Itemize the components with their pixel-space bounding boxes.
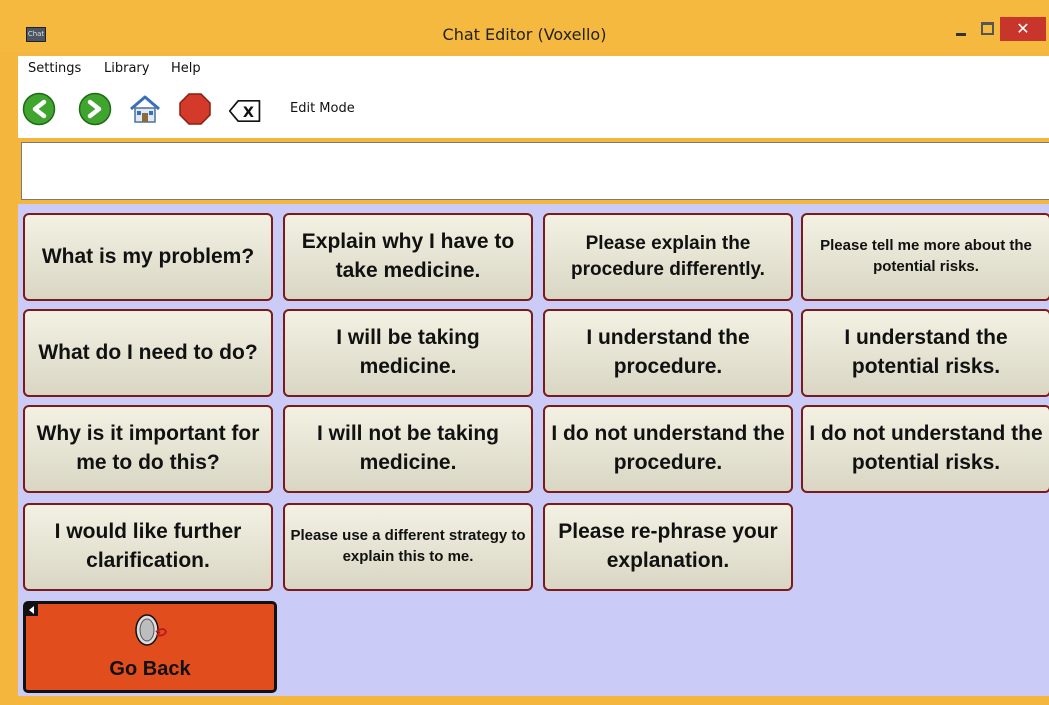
phrase-button-what-do-i-need[interactable]: What do I need to do? xyxy=(23,309,273,397)
stop-icon[interactable] xyxy=(178,92,212,126)
home-icon[interactable] xyxy=(128,92,162,126)
phrase-button-not-understand-procedure[interactable]: I do not understand the procedure. xyxy=(543,405,793,493)
close-button[interactable]: ✕ xyxy=(1000,17,1046,41)
phrase-label: What is my problem? xyxy=(41,244,255,268)
phrase-label: I do not understand the procedure. xyxy=(551,422,785,474)
phrase-button-why-important[interactable]: Why is it important for me to do this? xyxy=(23,405,273,493)
phrase-button-understand-risks[interactable]: I understand the potential risks. xyxy=(801,309,1049,397)
back-arrow-icon[interactable] xyxy=(22,92,56,126)
phrase-label: I would like further clarification. xyxy=(54,520,242,572)
phrase-button-further-clarification[interactable]: I would like further clarification. xyxy=(23,503,273,591)
phrase-label: Please tell me more about the potential … xyxy=(820,237,1032,275)
corner-arrow-icon xyxy=(26,604,38,616)
clear-glyph: X xyxy=(243,105,254,121)
phrase-label: I will not be taking medicine. xyxy=(316,422,499,474)
phrase-label: I will be taking medicine. xyxy=(336,326,480,378)
message-display-input[interactable] xyxy=(21,142,1049,200)
menu-library[interactable]: Library xyxy=(104,61,149,76)
phrase-button-understand-procedure[interactable]: I understand the procedure. xyxy=(543,309,793,397)
phrase-button-not-understand-risks[interactable]: I do not understand the potential risks. xyxy=(801,405,1049,493)
phrase-label: Please use a different strategy to expla… xyxy=(290,527,526,565)
forward-arrow-icon[interactable] xyxy=(78,92,112,126)
phrase-label: Why is it important for me to do this? xyxy=(36,422,260,474)
phrase-label: Please re-phrase your explanation. xyxy=(558,520,778,572)
title-bar[interactable]: Chat Chat Editor (Voxello) ✕ xyxy=(0,0,1049,52)
phrase-button-potential-risks[interactable]: Please tell me more about the potential … xyxy=(801,213,1049,301)
app-window: Chat Chat Editor (Voxello) ✕ Settings Li… xyxy=(0,0,1049,705)
edit-mode-label[interactable]: Edit Mode xyxy=(290,101,355,116)
phrase-label: I understand the procedure. xyxy=(586,326,750,378)
phrase-button-explain-medicine[interactable]: Explain why I have to take medicine. xyxy=(283,213,533,301)
maximize-button[interactable] xyxy=(973,17,999,41)
phrase-button-what-is-my-problem[interactable]: What is my problem? xyxy=(23,213,273,301)
phrase-button-will-take-medicine[interactable]: I will be taking medicine. xyxy=(283,309,533,397)
minimize-button[interactable] xyxy=(948,17,974,41)
menu-help[interactable]: Help xyxy=(171,61,201,76)
go-back-button[interactable]: Go Back xyxy=(23,601,277,693)
go-back-label: Go Back xyxy=(109,658,191,680)
phrase-label: I do not understand the potential risks. xyxy=(809,422,1043,474)
window-title: Chat Editor (Voxello) xyxy=(442,25,607,44)
phrase-button-not-taking-medicine[interactable]: I will not be taking medicine. xyxy=(283,405,533,493)
phrase-label: I understand the potential risks. xyxy=(844,326,1008,378)
phrase-label: Please explain the procedure differently… xyxy=(571,232,765,280)
menu-settings[interactable]: Settings xyxy=(28,61,81,76)
phrase-button-explain-differently[interactable]: Please explain the procedure differently… xyxy=(543,213,793,301)
toolbar: X Edit Mode xyxy=(18,82,1049,138)
phrase-button-different-strategy[interactable]: Please use a different strategy to expla… xyxy=(283,503,533,591)
phrase-label: What do I need to do? xyxy=(38,340,258,364)
phrase-button-rephrase[interactable]: Please re-phrase your explanation. xyxy=(543,503,793,591)
speaker-icon xyxy=(135,614,167,646)
menu-bar: Settings Library Help xyxy=(18,56,1049,82)
clear-icon[interactable]: X xyxy=(228,94,262,128)
phrase-label: Explain why I have to take medicine. xyxy=(301,230,515,282)
